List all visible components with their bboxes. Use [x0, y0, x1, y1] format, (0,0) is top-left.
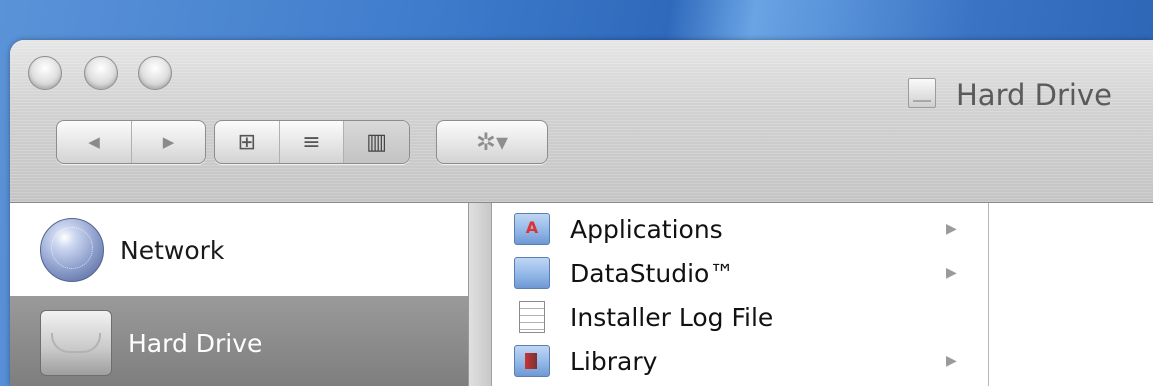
item-label: Installer Log File [570, 302, 774, 332]
file-column: A Applications ▶ DataStudio™ ▶ Installer… [492, 203, 989, 386]
applications-badge-icon: A [525, 218, 539, 237]
list-view-icon: ≡ [302, 129, 321, 155]
disclosure-arrow-icon: ▶ [946, 353, 957, 369]
zoom-button[interactable] [138, 56, 172, 90]
column-resize-divider[interactable] [469, 203, 492, 386]
sidebar-item-label: Hard Drive [128, 328, 263, 358]
document-icon [519, 301, 545, 333]
gear-icon: ✲▾ [475, 128, 509, 156]
column-view-icon: ▥ [366, 129, 388, 155]
item-label: Library [570, 346, 658, 376]
sidebar-item-label: Network [120, 235, 225, 265]
list-view-button[interactable]: ≡ [278, 121, 344, 163]
forward-button[interactable]: ▶ [131, 121, 205, 163]
item-label: DataStudio™ [570, 258, 735, 288]
hard-drive-icon [40, 310, 112, 376]
window-title: Hard Drive [956, 78, 1112, 112]
list-item[interactable]: A Applications ▶ [492, 207, 988, 251]
title-bar[interactable]: Hard Drive ◀ ▶ ⊞ ≡ ▥ ✲▾ [10, 40, 1153, 203]
sidebar: Network Hard Drive [10, 203, 469, 386]
view-mode-group: ⊞ ≡ ▥ [214, 120, 410, 164]
list-item[interactable]: Library ▶ [492, 339, 988, 383]
action-menu-button[interactable]: ✲▾ [436, 120, 548, 164]
folder-icon [514, 257, 550, 289]
icon-view-icon: ⊞ [237, 129, 257, 155]
minimize-button[interactable] [84, 56, 118, 90]
network-globe-icon [40, 218, 104, 282]
back-arrow-icon: ◀ [88, 133, 100, 151]
hard-drive-title-icon [908, 78, 936, 108]
close-button[interactable] [28, 56, 62, 90]
list-item[interactable]: Installer Log File [492, 295, 988, 339]
icon-view-button[interactable]: ⊞ [215, 121, 279, 163]
disclosure-arrow-icon: ▶ [946, 221, 957, 237]
forward-arrow-icon: ▶ [162, 133, 175, 151]
item-label: Applications [570, 214, 723, 244]
finder-window: Hard Drive ◀ ▶ ⊞ ≡ ▥ ✲▾ Network Hard Dri… [10, 40, 1153, 386]
applications-folder-icon: A [514, 213, 550, 245]
list-item[interactable]: DataStudio™ ▶ [492, 251, 988, 295]
library-folder-icon [514, 345, 550, 377]
sidebar-item-hard-drive[interactable]: Hard Drive [10, 296, 468, 386]
back-forward-group: ◀ ▶ [56, 120, 206, 164]
library-badge-icon [525, 353, 537, 369]
column-view-button[interactable]: ▥ [343, 121, 409, 163]
action-menu-inner[interactable]: ✲▾ [437, 121, 547, 163]
sidebar-item-network[interactable]: Network [10, 203, 468, 297]
back-button[interactable]: ◀ [57, 121, 131, 163]
disclosure-arrow-icon: ▶ [946, 265, 957, 281]
